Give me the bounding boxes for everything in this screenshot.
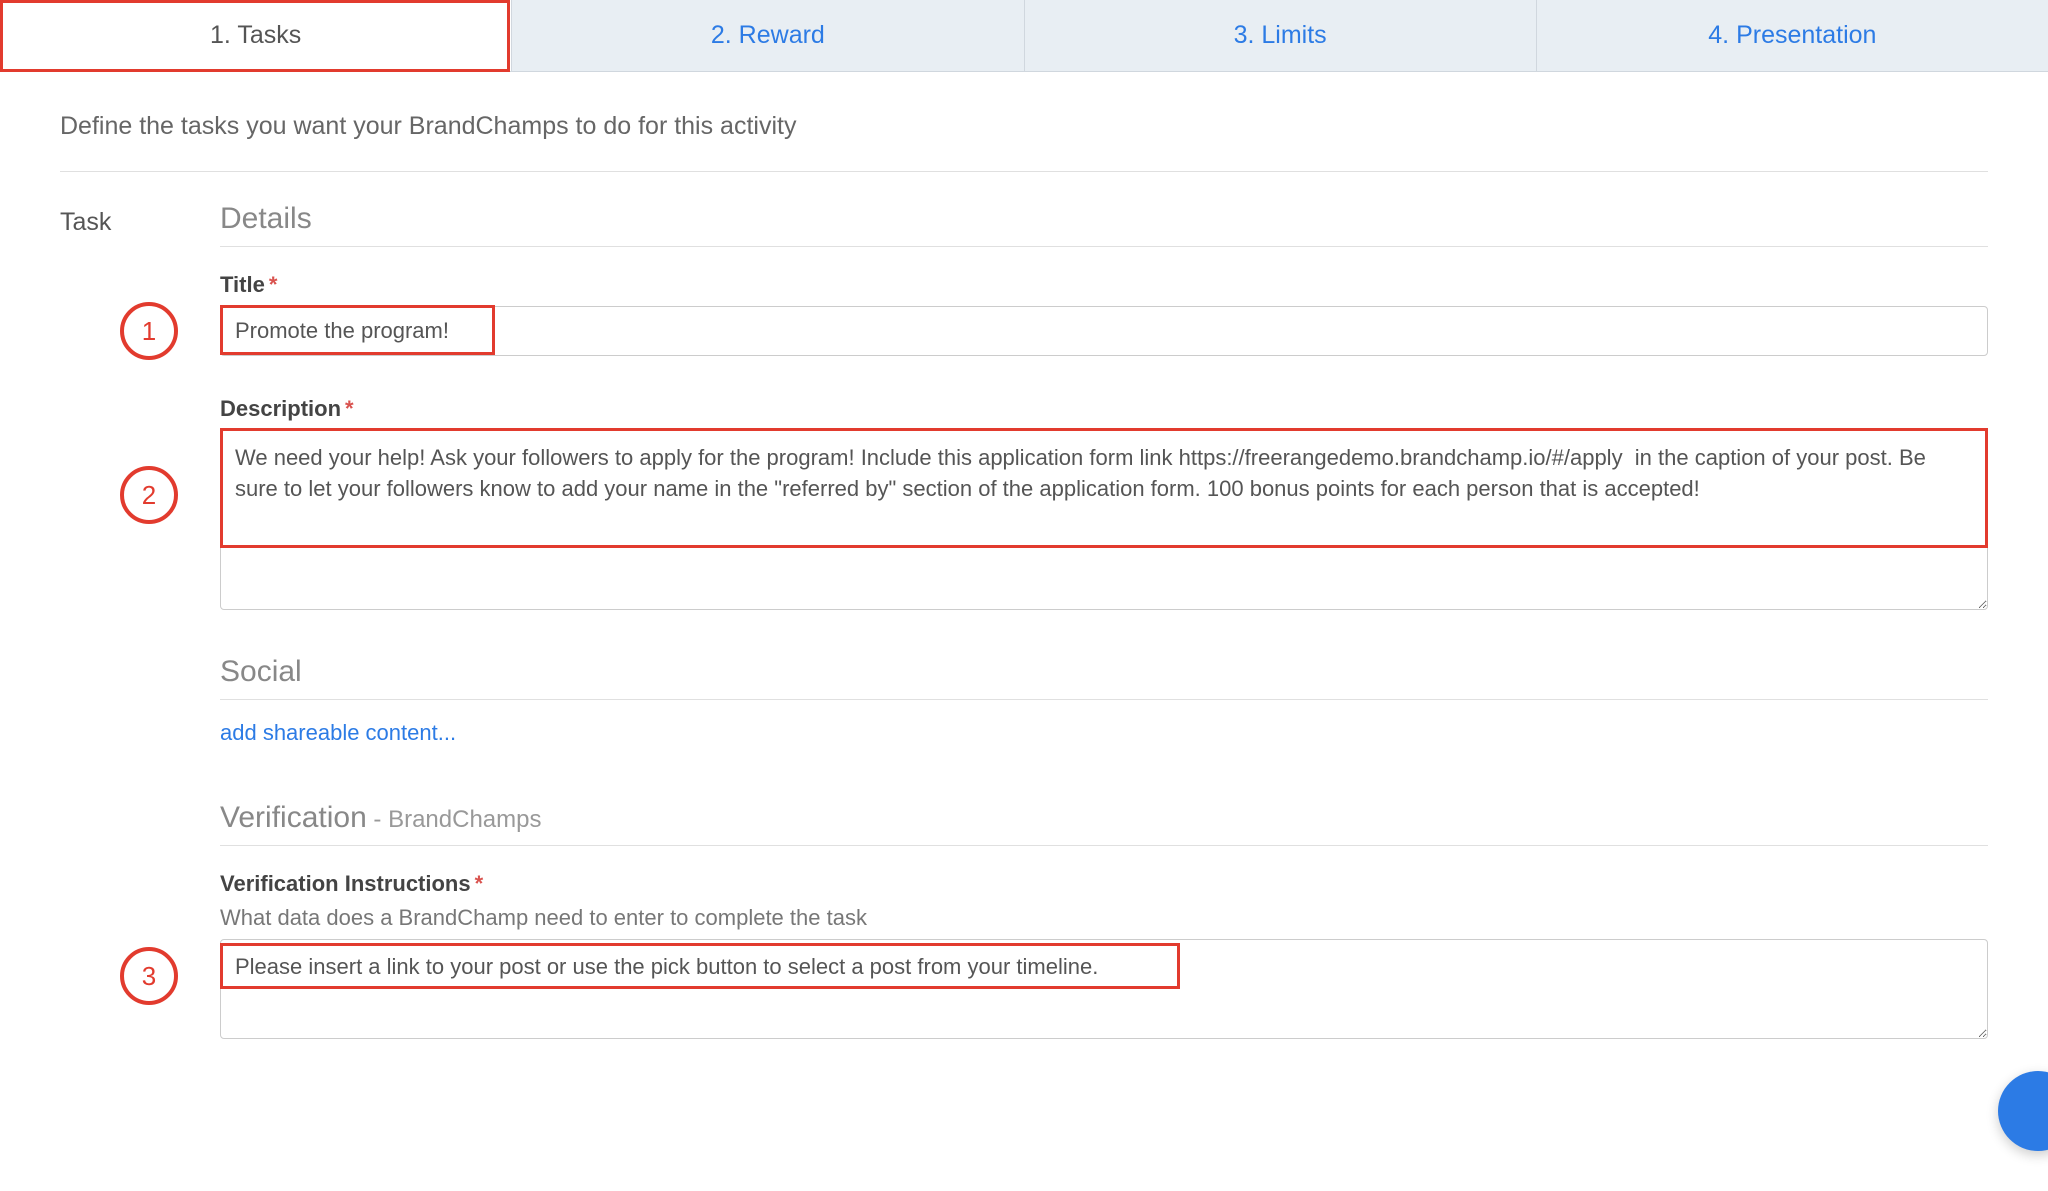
title-label: Title* (220, 272, 1988, 298)
tab-limits[interactable]: 3. Limits (1025, 0, 1537, 71)
description-label-text: Description (220, 396, 341, 421)
tab-presentation[interactable]: 4. Presentation (1537, 0, 2048, 71)
section-details-title: Details (220, 202, 1988, 247)
tab-tasks[interactable]: 1. Tasks (0, 0, 512, 71)
title-input[interactable] (220, 306, 1988, 356)
verification-input[interactable] (220, 939, 1988, 1039)
field-description: 2 Description* (220, 396, 1988, 615)
callout-1: 1 (120, 302, 178, 360)
field-title: 1 Title* (220, 272, 1988, 356)
callout-3: 3 (120, 947, 178, 1005)
verification-title-sub: - BrandChamps (367, 806, 542, 833)
section-social-title: Social (220, 655, 1988, 700)
required-asterisk: * (269, 272, 278, 297)
required-asterisk: * (345, 396, 354, 421)
required-asterisk: * (475, 871, 484, 896)
description-label: Description* (220, 396, 1988, 422)
field-verification: 3 Verification Instructions* What data d… (220, 871, 1988, 1044)
verification-title-main: Verification (220, 801, 367, 834)
title-label-text: Title (220, 272, 265, 297)
add-shareable-link[interactable]: add shareable content... (220, 720, 456, 746)
verification-helper: What data does a BrandChamp need to ente… (220, 905, 1988, 931)
intro-text: Define the tasks you want your BrandCham… (60, 112, 1988, 172)
tab-reward[interactable]: 2. Reward (512, 0, 1024, 71)
verification-label: Verification Instructions* (220, 871, 1988, 897)
wizard-tabs: 1. Tasks 2. Reward 3. Limits 4. Presenta… (0, 0, 2048, 72)
content-area: Define the tasks you want your BrandCham… (0, 72, 2048, 1084)
description-input[interactable] (220, 430, 1988, 610)
field-social: add shareable content... (220, 725, 1988, 746)
verification-label-text: Verification Instructions (220, 871, 471, 896)
callout-2: 2 (120, 466, 178, 524)
section-verification-title: Verification - BrandChamps (220, 801, 1988, 846)
